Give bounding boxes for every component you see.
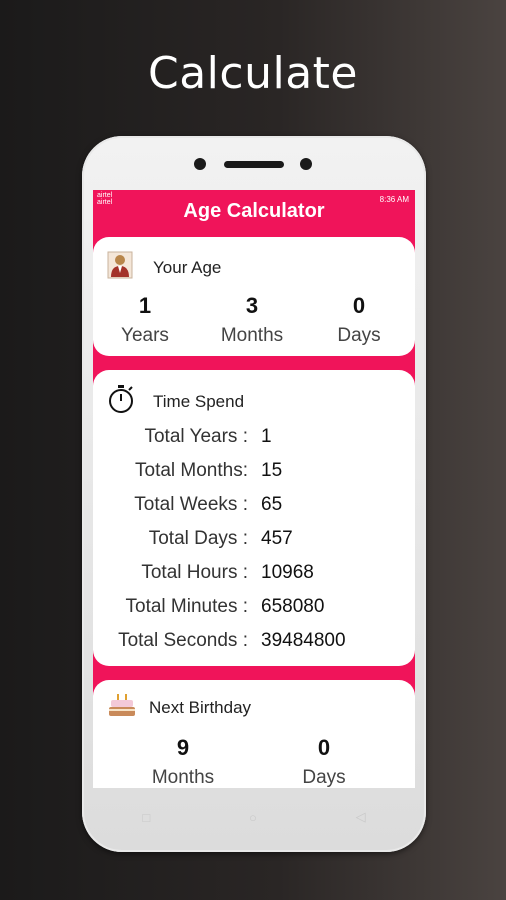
- total-weeks-value: 65: [261, 494, 283, 515]
- total-seconds-value: 39484800: [261, 630, 346, 651]
- total-weeks-row: Total Weeks : 65: [93, 494, 415, 524]
- next-months-value: 9: [176, 735, 190, 760]
- app-title: Age Calculator: [183, 200, 325, 222]
- total-minutes-label: Total Minutes :: [125, 596, 249, 617]
- headline: Calculate: [148, 48, 358, 99]
- home-button[interactable]: ○: [249, 810, 257, 825]
- total-years-value: 1: [261, 426, 272, 447]
- days-value: 0: [352, 293, 366, 318]
- total-months-row: Total Months: 15: [93, 460, 415, 490]
- phone-screen: airtel airtel 8:36 AM Age Calculator You…: [93, 190, 415, 788]
- years-value: 1: [138, 293, 152, 318]
- total-years-row: Total Years : 1: [93, 426, 415, 456]
- sensor: [300, 158, 312, 170]
- next-birthday-card: Next Birthday 9 Months 0 Days: [93, 680, 415, 788]
- next-days-value: 0: [317, 735, 331, 760]
- total-minutes-value: 658080: [261, 596, 325, 617]
- total-minutes-row: Total Minutes : 658080: [93, 596, 415, 626]
- next-birthday-header: Next Birthday: [107, 692, 251, 723]
- total-years-label: Total Years :: [144, 426, 248, 447]
- next-days-label: Days: [302, 767, 346, 788]
- your-age-title: Your Age: [153, 257, 222, 277]
- months-label: Months: [220, 325, 284, 346]
- total-months-value: 15: [261, 460, 283, 481]
- cake-icon: [107, 692, 137, 723]
- total-months-label: Total Months:: [135, 460, 248, 481]
- back-button[interactable]: ◁: [356, 809, 366, 825]
- person-icon: [107, 251, 133, 284]
- recents-button[interactable]: □: [142, 810, 150, 825]
- time-spend-title: Time Spend: [153, 391, 245, 411]
- your-age-card: Your Age 1 Years 3 Months 0 Days: [93, 237, 415, 356]
- total-hours-row: Total Hours : 10968: [93, 562, 415, 592]
- android-nav-bar: □ ○ ◁: [93, 788, 415, 846]
- total-hours-label: Total Hours :: [141, 562, 248, 583]
- earpiece-speaker: [224, 161, 284, 168]
- stopwatch-icon: [107, 384, 135, 419]
- total-weeks-label: Total Weeks :: [134, 494, 248, 515]
- total-days-row: Total Days : 457: [93, 528, 415, 558]
- months-value: 3: [245, 293, 259, 318]
- total-days-label: Total Days :: [148, 528, 248, 549]
- next-birthday-title: Next Birthday: [149, 697, 252, 717]
- front-camera: [194, 158, 206, 170]
- total-days-value: 457: [261, 528, 293, 549]
- days-label: Days: [337, 325, 381, 346]
- phone-frame: airtel airtel 8:36 AM Age Calculator You…: [82, 136, 426, 852]
- total-hours-value: 10968: [261, 562, 314, 583]
- total-seconds-row: Total Seconds : 39484800: [93, 630, 415, 660]
- time-spend-header: Time Spend: [107, 384, 244, 419]
- total-seconds-label: Total Seconds :: [118, 630, 248, 651]
- time-spend-card: Time Spend Total Years : 1 Total Months:…: [93, 370, 415, 666]
- your-age-header: Your Age: [107, 251, 221, 284]
- years-label: Years: [121, 325, 169, 346]
- next-months-label: Months: [151, 767, 215, 788]
- carrier-1: airtel: [97, 192, 113, 199]
